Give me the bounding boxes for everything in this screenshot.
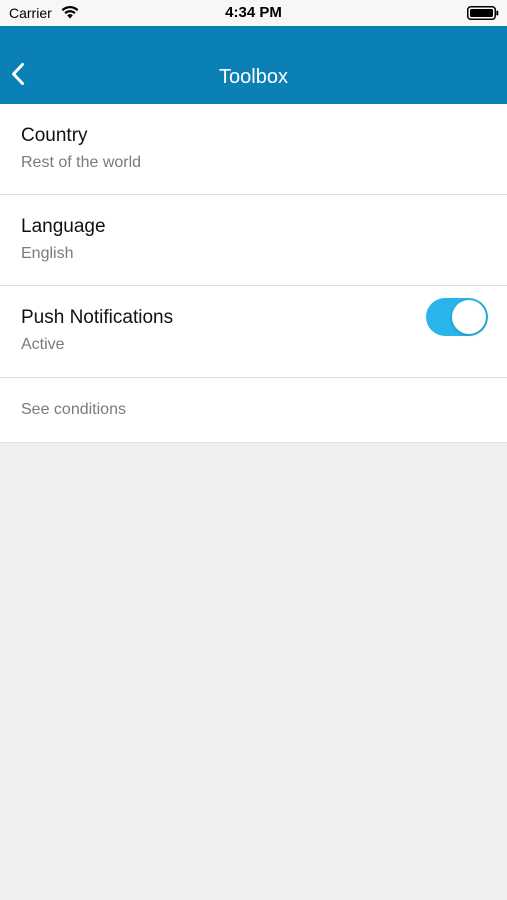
navigation-bar: Toolbox <box>0 26 507 104</box>
status-time: 4:34 PM <box>225 4 282 21</box>
language-row[interactable]: Language English <box>0 195 507 286</box>
language-title: Language <box>21 216 106 237</box>
push-notifications-toggle[interactable] <box>426 298 488 336</box>
toggle-knob <box>452 300 486 334</box>
push-notifications-row: Push Notifications Active <box>0 286 507 378</box>
see-conditions-link[interactable]: See conditions <box>21 400 126 420</box>
country-value: Rest of the world <box>21 154 142 171</box>
language-value: English <box>21 245 74 262</box>
country-title: Country <box>21 125 88 146</box>
battery-icon <box>467 6 499 20</box>
settings-list: Country Rest of the world Language Engli… <box>0 104 507 443</box>
see-conditions-row[interactable]: See conditions <box>0 378 507 443</box>
page-title: Toolbox <box>219 66 288 88</box>
push-notifications-status: Active <box>21 336 65 353</box>
push-notifications-title: Push Notifications <box>21 307 174 328</box>
toolbox-screen: Carrier 4:34 PM Toolbox Country Rest of … <box>0 0 507 900</box>
country-row[interactable]: Country Rest of the world <box>0 104 507 195</box>
status-bar: Carrier 4:34 PM <box>0 0 507 26</box>
